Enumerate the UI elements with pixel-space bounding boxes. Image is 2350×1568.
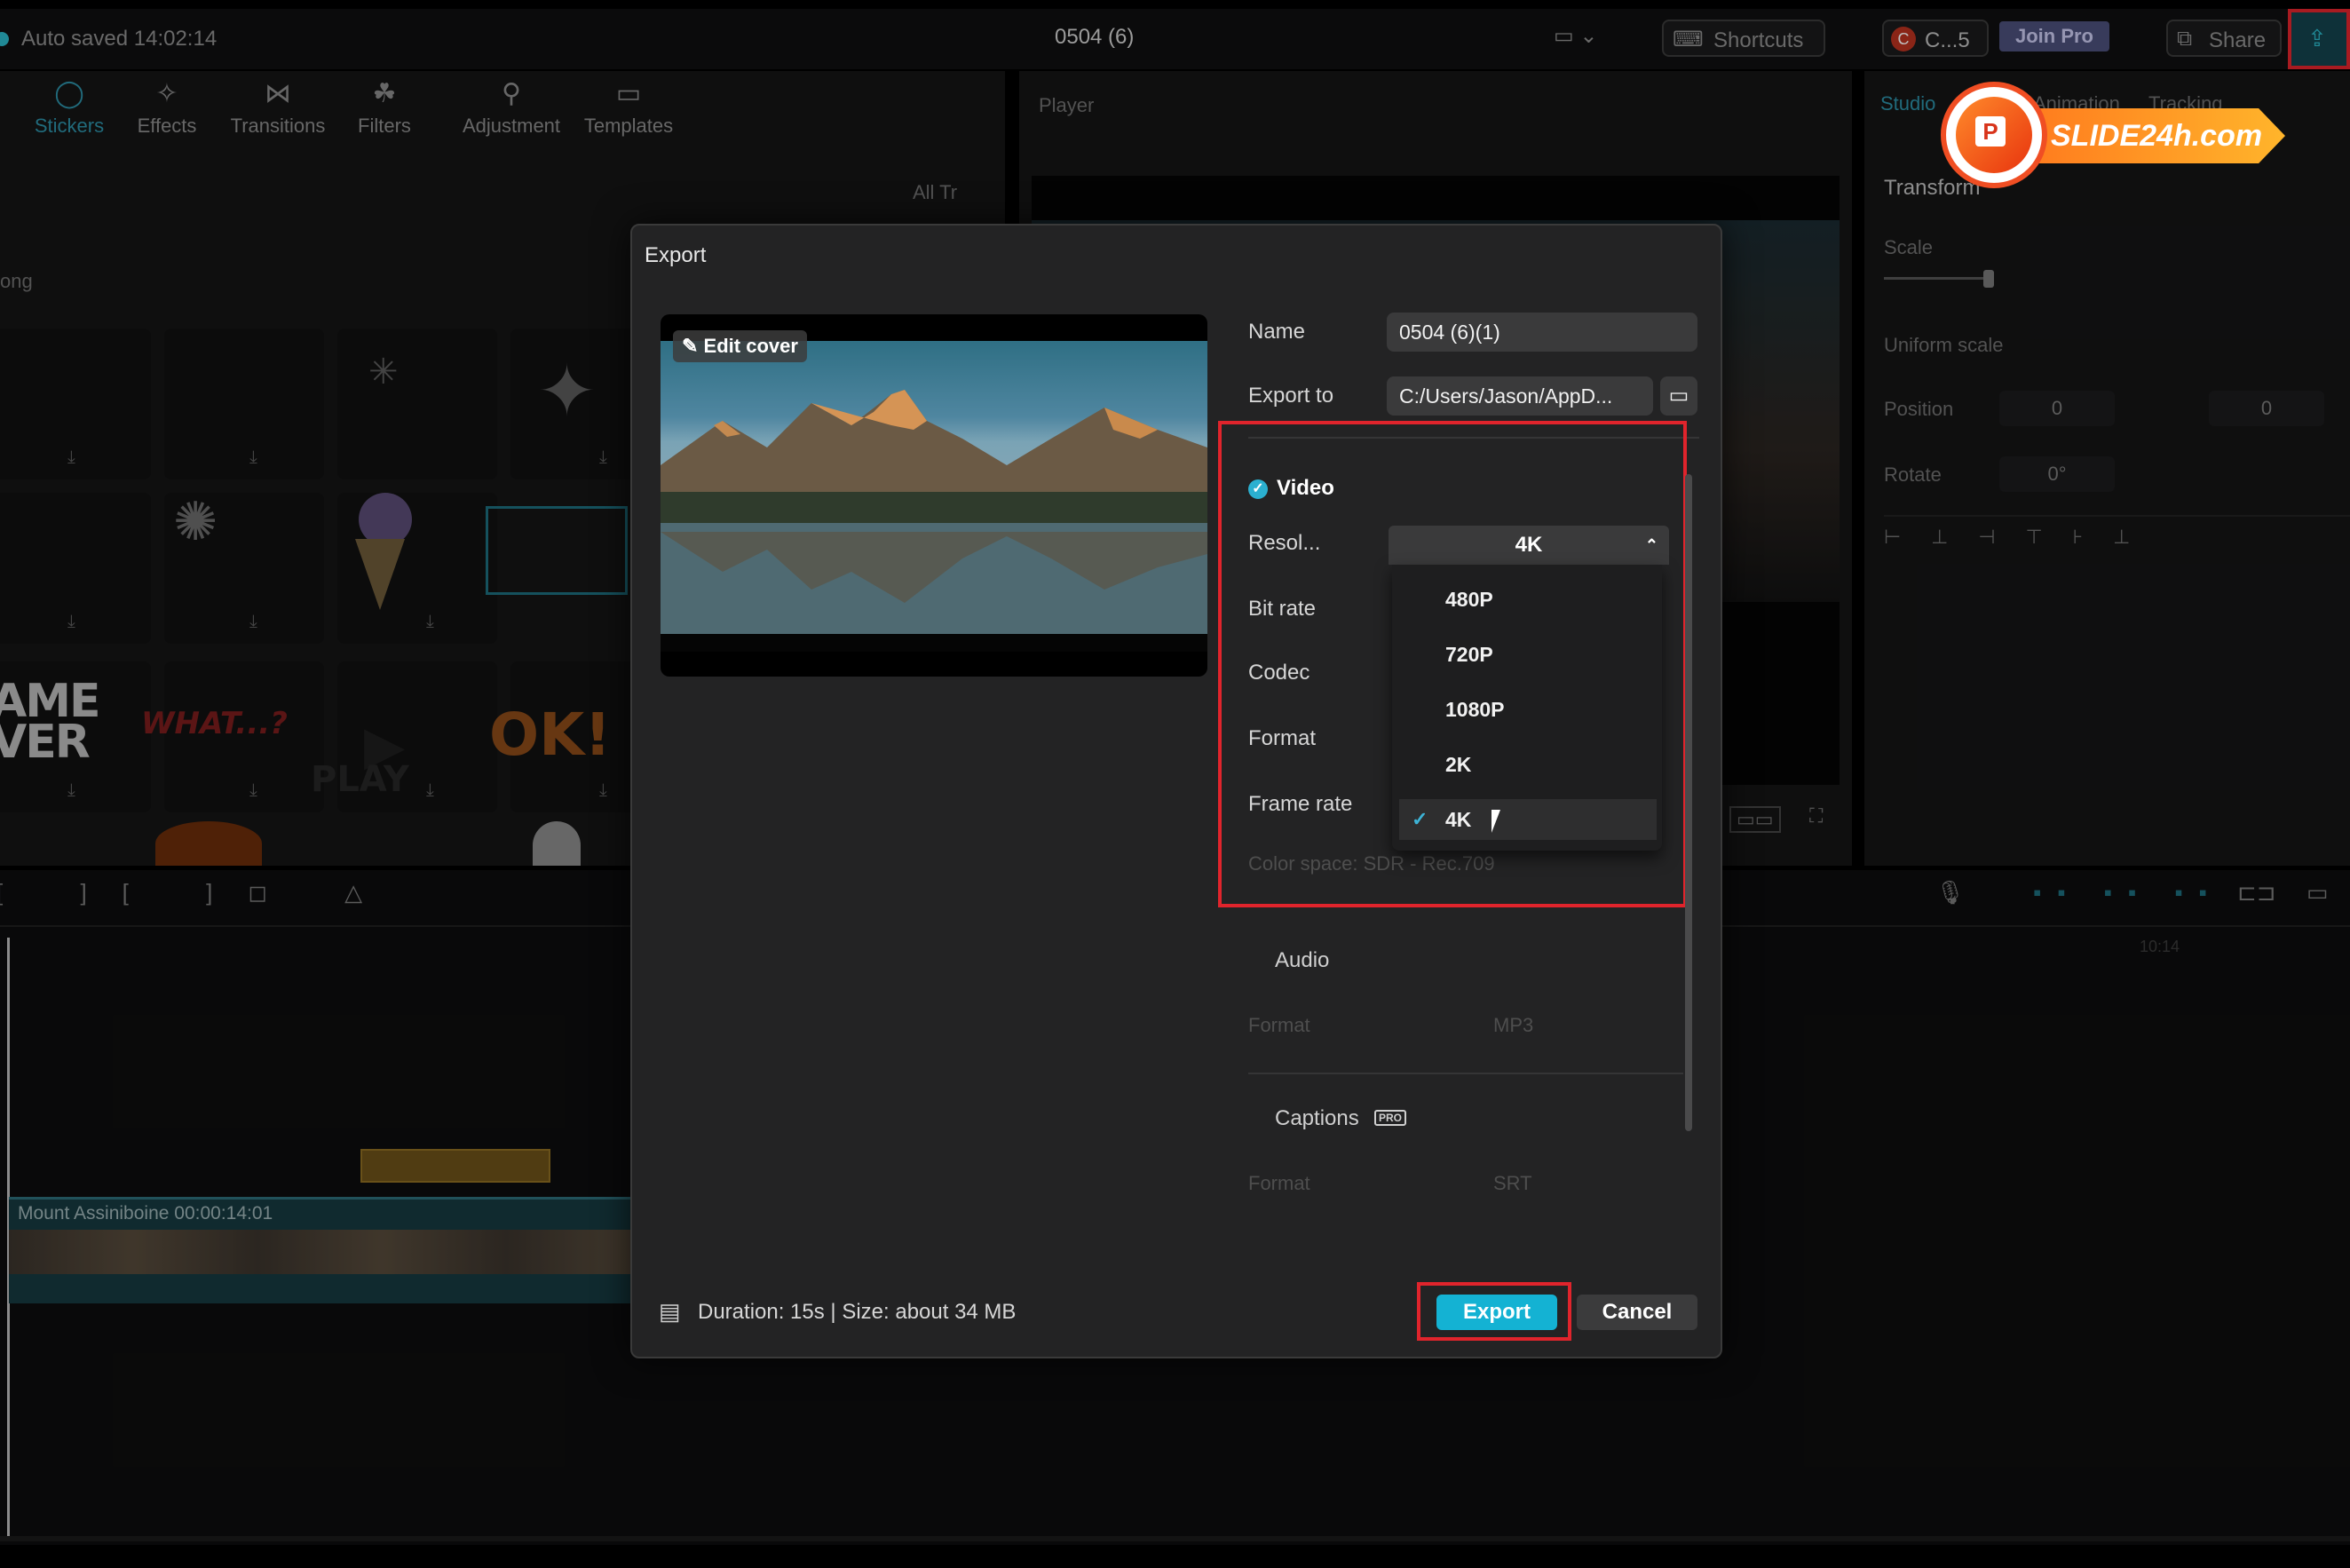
video-settings-highlight [1218,421,1687,907]
dialog-scrollbar[interactable] [1685,474,1692,1131]
captions-format-label: Format [1248,1172,1310,1194]
audio-format-value[interactable]: MP3 [1493,1014,1533,1037]
pencil-icon: ✎ [682,335,704,357]
dialog-title: Export [645,243,707,267]
cover-landscape [661,390,1207,652]
folder-icon[interactable]: ▭ [1660,376,1697,416]
export-button[interactable]: Export [1436,1295,1557,1330]
watermark-logo-inner: P [1956,97,2032,173]
name-label: Name [1248,320,1306,344]
film-icon: ▤ [659,1298,681,1325]
cancel-button[interactable]: Cancel [1577,1295,1697,1330]
captions-section-title[interactable]: Captions [1275,1106,1359,1131]
watermark-logo: P [1941,82,2047,188]
export-dialog: Export ✎ Edit cover Name 0504 (6)(1) Exp… [630,224,1722,1358]
export-path-input[interactable]: C:/Users/Jason/AppD... [1387,376,1653,416]
audio-format-label: Format [1248,1014,1310,1036]
cover-thumbnail[interactable]: ✎ Edit cover [661,314,1207,677]
divider [1248,1073,1683,1074]
audio-section-title[interactable]: Audio [1275,948,1329,973]
watermark-letter: P [1975,116,2006,147]
name-input[interactable]: 0504 (6)(1) [1387,313,1697,352]
pro-badge: PRO [1374,1110,1407,1126]
edit-cover-label: Edit cover [703,335,798,357]
captions-format-value[interactable]: SRT [1493,1172,1532,1195]
edit-cover-button[interactable]: ✎ Edit cover [673,330,807,362]
duration-size-info: Duration: 15s | Size: about 34 MB [698,1300,1017,1324]
export-to-label: Export to [1248,384,1334,408]
